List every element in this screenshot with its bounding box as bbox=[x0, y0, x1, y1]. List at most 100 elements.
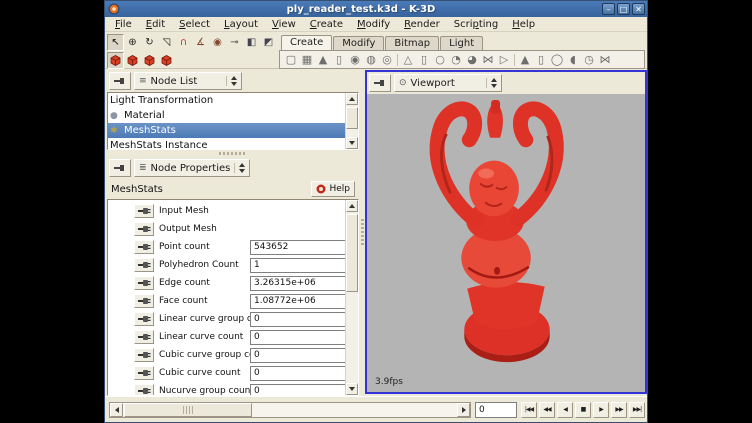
create-quadric-hyperboloid-icon[interactable]: ⋈ bbox=[480, 52, 496, 68]
menu-item[interactable]: Layout bbox=[218, 19, 264, 30]
panel-type-selector[interactable]: ≣ Node Properties bbox=[134, 159, 250, 177]
scroll-down-icon[interactable] bbox=[346, 137, 358, 149]
create-cube-icon[interactable]: ▢ bbox=[283, 52, 299, 68]
property-value-field[interactable]: 0 bbox=[250, 330, 345, 345]
snap-tool[interactable]: ∩ bbox=[175, 34, 192, 51]
menu-item[interactable]: Select bbox=[173, 19, 216, 30]
property-value-field[interactable]: 3.26315e+06 bbox=[250, 276, 345, 291]
menu-item[interactable]: Create bbox=[304, 19, 349, 30]
create-nurbs-hemisphere-icon[interactable]: ◖ bbox=[565, 52, 581, 68]
property-connector-button[interactable] bbox=[134, 348, 154, 362]
property-connector-button[interactable] bbox=[134, 294, 154, 308]
create-torus-icon[interactable]: ◎ bbox=[379, 52, 395, 68]
plug-tool[interactable]: ⊸ bbox=[226, 34, 243, 51]
timeline-scrollbar[interactable] bbox=[109, 402, 471, 418]
create-quadric-paraboloid-icon[interactable]: ▷ bbox=[496, 52, 512, 68]
menu-item[interactable]: Render bbox=[398, 19, 446, 30]
step-back-button[interactable]: ◀ bbox=[557, 402, 573, 418]
property-value-field[interactable]: 0 bbox=[250, 348, 345, 363]
node-list-scrollbar[interactable] bbox=[345, 93, 358, 149]
menu-item[interactable]: Modify bbox=[351, 19, 396, 30]
menu-item[interactable]: Help bbox=[506, 19, 541, 30]
stop-button[interactable]: ■ bbox=[575, 402, 591, 418]
property-value-field[interactable]: 1 bbox=[250, 258, 345, 273]
create-quadric-disk-icon[interactable]: ◕ bbox=[464, 52, 480, 68]
render-frame-button[interactable]: ◩ bbox=[260, 34, 277, 51]
last-frame-button[interactable]: ▶▶| bbox=[629, 402, 645, 418]
create-nurbs-hyperboloid-icon[interactable]: ⋈ bbox=[597, 52, 613, 68]
create-sphere-icon[interactable]: ◉ bbox=[347, 52, 363, 68]
help-button[interactable]: Help bbox=[311, 181, 355, 197]
measure-tool[interactable]: ∡ bbox=[192, 34, 209, 51]
property-value-field[interactable]: 0 bbox=[250, 384, 345, 396]
property-connector-button[interactable] bbox=[134, 222, 154, 236]
create-quad-sphere-icon[interactable]: ◍ bbox=[363, 52, 379, 68]
create-nurbs-disk-icon[interactable]: ◷ bbox=[581, 52, 597, 68]
property-connector-button[interactable] bbox=[134, 204, 154, 218]
property-value-field[interactable]: 0 bbox=[250, 366, 345, 381]
node-list-item[interactable]: ✱ MeshStats bbox=[108, 123, 345, 138]
scroll-down-icon[interactable] bbox=[346, 383, 358, 395]
titlebar[interactable]: ply_reader_test.k3d - K-3D – □ ✕ bbox=[105, 1, 647, 17]
step-forward-button[interactable]: ▶▶ bbox=[611, 402, 627, 418]
scroll-left-icon[interactable] bbox=[110, 403, 123, 417]
toolbar-tab[interactable]: Modify bbox=[333, 36, 384, 50]
buddha-3d-model[interactable] bbox=[367, 94, 645, 392]
horizontal-splitter[interactable] bbox=[107, 150, 359, 157]
property-connector-button[interactable] bbox=[134, 384, 154, 395]
create-quadric-cylinder-icon[interactable]: ▯ bbox=[416, 52, 432, 68]
scroll-right-icon[interactable] bbox=[457, 403, 470, 417]
menu-item[interactable]: File bbox=[109, 19, 138, 30]
property-connector-button[interactable] bbox=[134, 330, 154, 344]
property-value-field[interactable]: 0 bbox=[250, 312, 345, 327]
node-list-item[interactable]: Light Transformation bbox=[108, 93, 345, 108]
menu-item[interactable]: Edit bbox=[140, 19, 171, 30]
panel-type-selector[interactable]: ≡ Node List bbox=[134, 72, 242, 90]
pin-button[interactable] bbox=[109, 72, 131, 90]
create-quadric-hemisphere-icon[interactable]: ◔ bbox=[448, 52, 464, 68]
property-connector-button[interactable] bbox=[134, 312, 154, 326]
scroll-up-icon[interactable] bbox=[346, 200, 358, 212]
scale-tool[interactable]: ◹ bbox=[158, 34, 175, 51]
property-connector-button[interactable] bbox=[134, 258, 154, 272]
create-cone-icon[interactable]: ▲ bbox=[315, 52, 331, 68]
scrollbar-thumb[interactable] bbox=[346, 214, 358, 292]
create-polygrid-icon[interactable]: ▦ bbox=[299, 52, 315, 68]
property-connector-button[interactable] bbox=[134, 276, 154, 290]
select-arrow-tool[interactable]: ↖ bbox=[107, 34, 124, 51]
previous-key-button[interactable]: ◀◀ bbox=[539, 402, 555, 418]
minimize-button[interactable]: – bbox=[602, 3, 615, 15]
maximize-button[interactable]: □ bbox=[617, 3, 630, 15]
properties-scrollbar[interactable] bbox=[345, 200, 358, 395]
property-value-field[interactable]: 1.08772e+06 bbox=[250, 294, 345, 309]
toolbar-tab[interactable]: Create bbox=[281, 35, 332, 50]
property-connector-button[interactable] bbox=[134, 240, 154, 254]
create-nurbs-cylinder-icon[interactable]: ▯ bbox=[533, 52, 549, 68]
node-list-item[interactable]: MeshStats Instance bbox=[108, 138, 345, 149]
move-tool[interactable]: ⊕ bbox=[124, 34, 141, 51]
select-points-mode[interactable] bbox=[124, 52, 141, 69]
pin-button[interactable] bbox=[369, 74, 391, 92]
close-button[interactable]: ✕ bbox=[632, 3, 645, 15]
toolbar-tab[interactable]: Bitmap bbox=[385, 36, 439, 50]
rotate-tool[interactable]: ↻ bbox=[141, 34, 158, 51]
timeline-thumb[interactable] bbox=[124, 403, 252, 417]
scrollbar-track[interactable] bbox=[346, 212, 358, 383]
first-frame-button[interactable]: |◀◀ bbox=[521, 402, 537, 418]
menu-item[interactable]: Scripting bbox=[448, 19, 505, 30]
frame-number-input[interactable] bbox=[475, 402, 517, 418]
render-preview-button[interactable]: ◧ bbox=[243, 34, 260, 51]
scroll-up-icon[interactable] bbox=[346, 93, 358, 105]
select-nodes-mode[interactable] bbox=[107, 52, 124, 69]
scrollbar-thumb[interactable] bbox=[346, 107, 358, 129]
select-lines-mode[interactable] bbox=[141, 52, 158, 69]
node-list-item[interactable]: ● Material bbox=[108, 108, 345, 123]
viewport-panel[interactable]: ⊙ Viewport bbox=[365, 70, 647, 394]
pin-button[interactable] bbox=[109, 159, 131, 177]
select-faces-mode[interactable] bbox=[158, 52, 175, 69]
create-nurbs-cone-icon[interactable]: ▲ bbox=[517, 52, 533, 68]
toolbar-tab[interactable]: Light bbox=[440, 36, 483, 50]
property-value-field[interactable]: 543652 bbox=[250, 240, 345, 255]
target-tool[interactable]: ◉ bbox=[209, 34, 226, 51]
play-button[interactable]: ▶ bbox=[593, 402, 609, 418]
